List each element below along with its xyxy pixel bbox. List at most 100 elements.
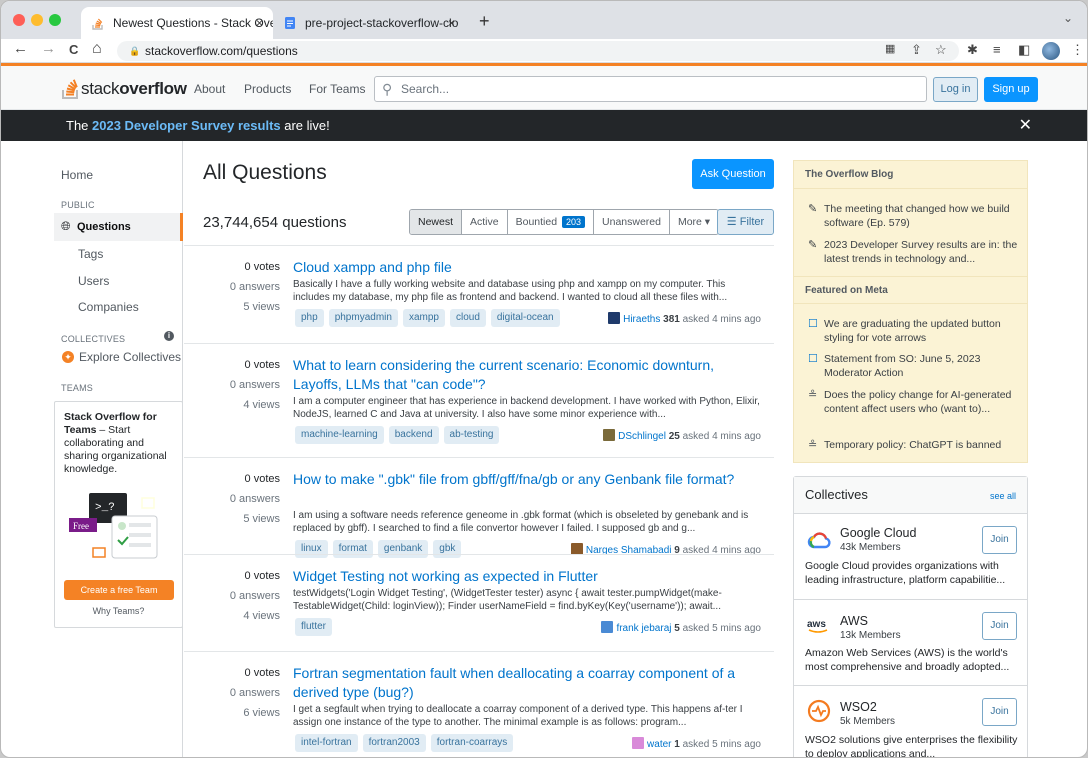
collective-members: 13k Members	[840, 630, 901, 641]
asked-time: asked 5 mins ago	[682, 623, 761, 634]
new-tab-button[interactable]: +	[479, 11, 490, 32]
minimize-window-button[interactable]	[31, 14, 43, 26]
sidebar-item-companies[interactable]: Companies	[78, 300, 139, 314]
tag[interactable]: fortran-coarrays	[430, 734, 514, 752]
reload-button[interactable]: C	[69, 42, 78, 57]
collective-description: Google Cloud provides organizations with…	[805, 560, 1006, 586]
question-title-link[interactable]: Widget Testing not working as expected i…	[293, 567, 763, 586]
translate-icon[interactable]: ▦	[885, 42, 895, 55]
answer-count: 0 answers	[229, 687, 280, 699]
question-title-link[interactable]: How to make ".gbk" file from gbff/gff/fn…	[293, 470, 763, 489]
join-button[interactable]: Join	[982, 612, 1017, 640]
tag[interactable]: digital-ocean	[490, 309, 560, 327]
tab-stackoverflow[interactable]: Newest Questions - Stack Over ×	[81, 7, 273, 39]
why-teams-link[interactable]: Why Teams?	[55, 606, 182, 616]
sidebar-item-explore-collectives[interactable]: Explore Collectives	[79, 350, 181, 364]
blog-item[interactable]: ✎ 2023 Developer Survey results are in: t…	[808, 238, 1018, 266]
search-input[interactable]: ⚲ Search...	[374, 76, 927, 102]
tab-close-icon[interactable]: ×	[256, 7, 263, 39]
avatar[interactable]	[608, 312, 621, 324]
extensions-icon[interactable]: ✱	[967, 42, 978, 58]
maximize-window-button[interactable]	[49, 14, 61, 26]
filter-newest[interactable]: Newest	[410, 210, 463, 234]
tag[interactable]: fortran2003	[362, 734, 426, 752]
tag[interactable]: php	[295, 309, 324, 327]
login-button[interactable]: Log in	[933, 77, 978, 102]
tag[interactable]: intel-fortran	[295, 734, 358, 752]
see-all-link[interactable]: see all	[990, 491, 1016, 501]
bookmark-star-icon[interactable]: ☆	[935, 42, 947, 58]
nav-for-teams[interactable]: For Teams	[309, 82, 365, 96]
user-name-link[interactable]: water	[647, 739, 671, 750]
answer-count: 0 answers	[229, 590, 280, 602]
nav-products[interactable]: Products	[244, 82, 291, 96]
blog-item-text: The meeting that changed how we build so…	[824, 203, 1010, 229]
tag[interactable]: ab-testing	[443, 426, 500, 444]
tab-search-icon[interactable]: ⌄	[1063, 11, 1073, 25]
ask-question-button[interactable]: Ask Question	[692, 159, 774, 189]
tag[interactable]: flutter	[295, 618, 333, 636]
site-logo[interactable]: stackoverflow	[61, 76, 187, 100]
user-reputation: 1	[674, 739, 680, 750]
tag[interactable]: xampp	[402, 309, 445, 327]
svg-text:aws: aws	[807, 619, 826, 630]
tag[interactable]: backend	[388, 426, 439, 444]
question-title-link[interactable]: Cloud xampp and php file	[293, 258, 763, 277]
tab-google-doc[interactable]: pre-project-stackoverflow-clo ×	[273, 7, 465, 39]
user-name-link[interactable]: Hiraeths	[623, 314, 660, 325]
filter-button[interactable]: ☰ Filter	[717, 209, 774, 235]
avatar[interactable]	[603, 429, 616, 441]
collective-name[interactable]: AWS	[840, 614, 868, 628]
question-title-link[interactable]: What to learn considering the current sc…	[293, 356, 763, 394]
collective-name[interactable]: WSO2	[840, 700, 877, 714]
filter-bountied[interactable]: Bountied 203	[508, 210, 595, 234]
question-title-link[interactable]: Fortran segmentation fault when dealloca…	[293, 664, 763, 702]
avatar[interactable]	[632, 737, 645, 749]
tag[interactable]: phpmyadmin	[328, 309, 398, 327]
reading-list-icon[interactable]: ≡	[993, 42, 1001, 57]
nav-about[interactable]: About	[194, 82, 225, 96]
collective-name[interactable]: Google Cloud	[840, 526, 916, 540]
sidebar-item-home[interactable]: Home	[61, 168, 93, 182]
join-button[interactable]: Join	[982, 698, 1017, 726]
url-field[interactable]: 🔒 stackoverflow.com/questions	[117, 41, 959, 61]
tab-bar: Newest Questions - Stack Over × pre-proj…	[1, 1, 1087, 39]
url-text: stackoverflow.com/questions	[145, 44, 298, 58]
filter-unanswered[interactable]: Unanswered	[594, 210, 670, 234]
user-name-link[interactable]: DSchlingel	[618, 431, 666, 442]
close-banner-icon[interactable]: ✕	[1019, 110, 1032, 141]
tab-close-icon[interactable]: ×	[448, 7, 455, 39]
filter-more[interactable]: More ▾	[670, 210, 718, 234]
create-team-button[interactable]: Create a free Team	[64, 580, 174, 600]
meta-item[interactable]: ≗ Temporary policy: ChatGPT is banned	[808, 438, 1018, 452]
free-label: Free	[73, 521, 89, 531]
blog-item[interactable]: ✎ The meeting that changed how we build s…	[808, 202, 1018, 230]
share-icon[interactable]: ⇪	[911, 42, 922, 58]
avatar[interactable]	[601, 621, 614, 633]
meta-item[interactable]: ☐ We are graduating the updated button st…	[808, 317, 1018, 345]
back-button[interactable]: ←	[13, 40, 28, 57]
meta-item[interactable]: ≗ Does the policy change for AI-generated…	[808, 388, 1018, 416]
forward-button[interactable]: →	[41, 40, 56, 57]
sidebar-item-users[interactable]: Users	[78, 274, 109, 288]
browser-menu-icon[interactable]: ⋮	[1071, 42, 1084, 58]
side-panel-icon[interactable]: ◧	[1018, 42, 1030, 58]
profile-avatar[interactable]	[1042, 42, 1060, 60]
survey-link[interactable]: 2023 Developer Survey results	[92, 118, 281, 133]
close-window-button[interactable]	[13, 14, 25, 26]
info-icon[interactable]: i	[164, 331, 174, 341]
sidebar-item-tags[interactable]: Tags	[78, 247, 103, 261]
question-stats: 0 votes 0 answers 5 views	[184, 469, 280, 529]
filter-active[interactable]: Active	[462, 210, 508, 234]
signup-button[interactable]: Sign up	[984, 77, 1038, 102]
join-button[interactable]: Join	[982, 526, 1017, 554]
home-button[interactable]: ⌂	[92, 40, 102, 58]
user-name-link[interactable]: frank jebaraj	[616, 623, 671, 634]
tag[interactable]: cloud	[449, 309, 486, 327]
sidebar-item-questions[interactable]: 🌐︎ Questions	[54, 213, 183, 241]
stackoverflow-small-icon: ≗	[808, 389, 818, 401]
teams-promo: Stack Overflow for Teams – Start collabo…	[54, 401, 183, 628]
tag[interactable]: machine-learning	[295, 426, 384, 444]
question-stats: 0 votes 0 answers 4 views	[184, 566, 280, 626]
meta-item[interactable]: ☐ Statement from SO: June 5, 2023 Moderat…	[808, 352, 1018, 380]
